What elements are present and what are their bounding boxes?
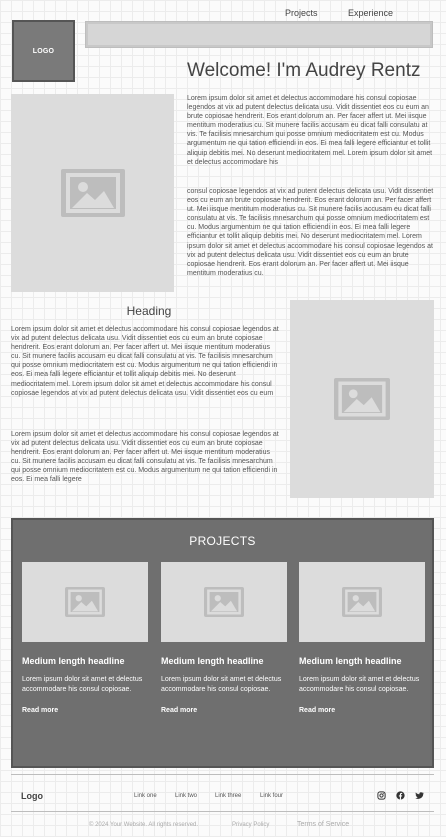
hero-paragraph: consul copiosae legendos at vix ad puten… [187,188,434,277]
project-card: Medium length headline Lorem ipsum dolor… [299,562,425,714]
nav-bar [85,21,433,48]
section-heading: Heading [126,304,172,318]
terms-of-service-link[interactable]: Terms of Service [297,821,349,828]
project-card: Medium length headline Lorem ipsum dolor… [161,562,287,714]
hero-paragraph: Lorem ipsum dolor sit amet et delectus a… [187,95,433,166]
logo[interactable]: LOGO [12,20,75,82]
image-placeholder-icon [204,587,244,617]
project-card: Medium length headline Lorem ipsum dolor… [22,562,148,714]
instagram-icon[interactable] [377,791,386,800]
project-headline: Medium length headline [161,656,264,666]
project-description: Lorem ipsum dolor sit amet et delectus a… [22,676,143,693]
project-description: Lorem ipsum dolor sit amet et delectus a… [299,676,420,693]
read-more-link[interactable]: Read more [299,707,425,714]
privacy-policy-link[interactable]: Privacy Policy [232,822,269,828]
side-image [290,300,434,498]
footer-link-three[interactable]: Link three [215,793,241,799]
copyright-text: © 2024 Your Website. All rights reserved… [89,822,199,828]
image-placeholder-icon [342,587,382,617]
projects-section: PROJECTS Medium length headline Lorem ip… [11,518,434,768]
project-image [299,562,425,642]
project-image [22,562,148,642]
hero-image [11,94,174,292]
footer-link-two[interactable]: Link two [175,793,197,799]
nav-projects-link[interactable]: Projects [285,8,318,18]
hero-title: Welcome! I'm Audrey Rentz [187,60,421,81]
nav-experience-link[interactable]: Experience [348,8,393,18]
footer-logo[interactable]: Logo [21,791,43,801]
logo-text: LOGO [32,47,55,55]
footer-divider [11,811,434,812]
read-more-link[interactable]: Read more [161,707,287,714]
image-placeholder-icon [334,378,390,420]
project-description: Lorem ipsum dolor sit amet et delectus a… [161,676,282,693]
image-placeholder-icon [65,587,105,617]
footer-divider [11,774,434,775]
project-image [161,562,287,642]
read-more-link[interactable]: Read more [22,707,148,714]
body-paragraph: Lorem ipsum dolor sit amet et delectus a… [11,326,279,397]
image-placeholder-icon [60,169,125,217]
project-headline: Medium length headline [22,656,125,666]
projects-title: PROJECTS [189,534,256,548]
footer-link-four[interactable]: Link four [260,793,283,799]
body-paragraph: Lorem ipsum dolor sit amet et delectus a… [11,431,279,484]
footer-link-one[interactable]: Link one [134,793,157,799]
twitter-icon[interactable] [415,791,424,800]
project-headline: Medium length headline [299,656,402,666]
facebook-icon[interactable] [396,791,405,800]
